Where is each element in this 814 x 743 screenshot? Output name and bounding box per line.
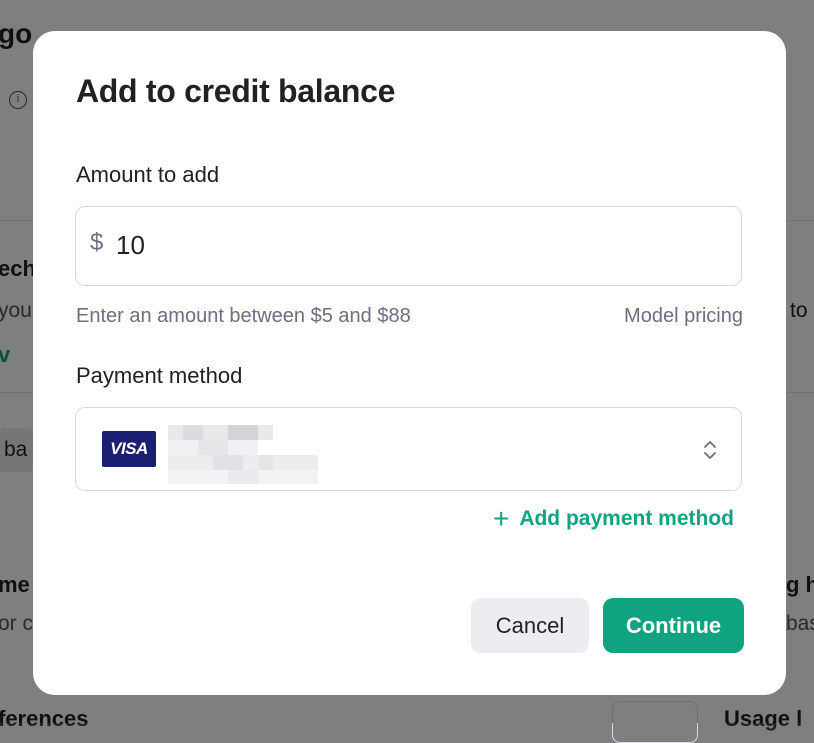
chevron-up-down-icon — [704, 441, 716, 459]
card-brand: VISA — [110, 439, 148, 458]
amount-field[interactable]: $ — [75, 206, 742, 286]
currency-symbol: $ — [90, 229, 104, 256]
cancel-button[interactable]: Cancel — [471, 598, 589, 653]
redacted-card-details — [168, 425, 320, 485]
visa-card-icon: VISA — [102, 431, 156, 467]
dialog-title: Add to credit balance — [76, 73, 396, 109]
amount-label: Amount to add — [76, 162, 220, 187]
model-pricing-link[interactable]: Model pricing — [624, 305, 743, 328]
payment-method-label: Payment method — [76, 363, 243, 388]
continue-button[interactable]: Continue — [603, 598, 744, 653]
add-payment-method-label: Add payment method — [519, 507, 734, 530]
amount-helper-text: Enter an amount between $5 and $88 — [76, 305, 411, 327]
payment-method-select[interactable]: VISA — [75, 407, 742, 491]
credit-balance-dialog: Add to credit balance Amount to add $ En… — [33, 31, 786, 695]
amount-input[interactable] — [116, 225, 716, 265]
plus-icon: + — [492, 503, 510, 534]
add-payment-method-button[interactable]: + Add payment method — [493, 505, 734, 533]
